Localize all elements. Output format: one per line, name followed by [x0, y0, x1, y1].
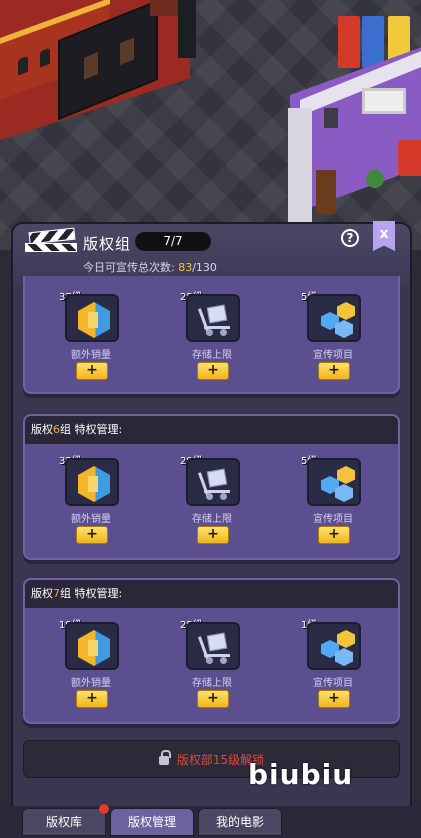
upgrade-button[interactable]: + — [76, 362, 108, 380]
upgrade-button[interactable]: + — [76, 526, 108, 544]
tab-copyright-management[interactable]: 版权管理 — [110, 808, 194, 836]
promo-icon — [315, 464, 359, 504]
cart-icon — [197, 304, 232, 338]
upgrade-button[interactable]: + — [197, 362, 229, 380]
card-heading: 版权7组 特权管理: — [25, 580, 398, 608]
upgrade-button[interactable]: + — [318, 526, 350, 544]
item-label: 宣传项目 — [313, 350, 353, 361]
upgrade-button[interactable]: + — [318, 690, 350, 708]
item-icon-box — [65, 458, 119, 506]
help-button[interactable]: ? — [341, 229, 359, 247]
cart-icon — [197, 468, 232, 502]
promotion-count-total: /130 — [192, 261, 217, 274]
vending-machine — [362, 16, 384, 68]
item-icon-box — [186, 294, 240, 342]
box-icon — [78, 466, 110, 502]
vending-machine — [338, 16, 360, 68]
promo-icon — [315, 628, 359, 668]
bottom-tab-bar: 版权库 版权管理 我的电影 — [0, 806, 421, 838]
tab-copyright-library[interactable]: 版权库 — [22, 808, 106, 836]
item-icon-box — [307, 622, 361, 670]
item-label: 存储上限 — [192, 514, 232, 525]
promotion-count-current: 83 — [178, 261, 193, 274]
game-scene-background — [0, 0, 421, 250]
item-icon-box — [65, 294, 119, 342]
potted-plant — [366, 170, 384, 188]
sofa — [398, 140, 421, 176]
privilege-card: 版权7组 特权管理: 19级 额外销量 + 25级 存储上限 + 1级 宣传项目… — [23, 578, 400, 724]
promotion-count-label: 今日可宣传总次数: — [83, 261, 175, 274]
item-label: 宣传项目 — [313, 678, 353, 689]
box-icon — [78, 630, 110, 666]
privilege-card: 37级 额外销量 + 25级 存储上限 + 5级 宣传项目 + — [23, 276, 400, 394]
promo-icon — [315, 300, 359, 340]
upgrade-button[interactable]: + — [318, 362, 350, 380]
item-icon-box — [186, 622, 240, 670]
item-label: 宣传项目 — [313, 514, 353, 525]
pillar — [178, 0, 196, 58]
lamp — [324, 108, 338, 128]
copyright-group-panel: 版权组 7/7 今日可宣传总次数: 83/130 ? x 37级 额外销量 + … — [11, 221, 412, 808]
upgrade-button[interactable]: + — [197, 690, 229, 708]
notification-dot — [99, 804, 109, 814]
upgrade-button[interactable]: + — [76, 690, 108, 708]
box-icon — [78, 302, 110, 338]
card-heading: 版权6组 特权管理: — [25, 416, 398, 444]
watermark: biubiu — [248, 758, 354, 791]
panel-title: 版权组 — [83, 235, 132, 253]
tab-my-movies[interactable]: 我的电影 — [198, 808, 282, 836]
clapperboard-icon — [21, 227, 77, 252]
item-icon-box — [307, 458, 361, 506]
item-label: 存储上限 — [192, 678, 232, 689]
item-label: 额外销量 — [71, 678, 111, 689]
item-icon-box — [65, 622, 119, 670]
item-label: 存储上限 — [192, 350, 232, 361]
bookshelf — [316, 170, 336, 214]
group-count: 7/7 — [135, 232, 211, 251]
item-icon-box — [186, 458, 240, 506]
lock-icon — [158, 750, 171, 765]
privilege-card: 版权6组 特权管理: 32级 额外销量 + 29级 存储上限 + 5级 宣传项目… — [23, 414, 400, 560]
tv-screen — [362, 88, 406, 114]
item-label: 额外销量 — [71, 514, 111, 525]
item-label: 额外销量 — [71, 350, 111, 361]
upgrade-button[interactable]: + — [197, 526, 229, 544]
promotion-count-text: 今日可宣传总次数: 83/130 — [83, 259, 217, 275]
cart-icon — [197, 632, 232, 666]
close-button[interactable]: x — [373, 221, 395, 251]
room-wall — [288, 108, 312, 223]
item-icon-box — [307, 294, 361, 342]
